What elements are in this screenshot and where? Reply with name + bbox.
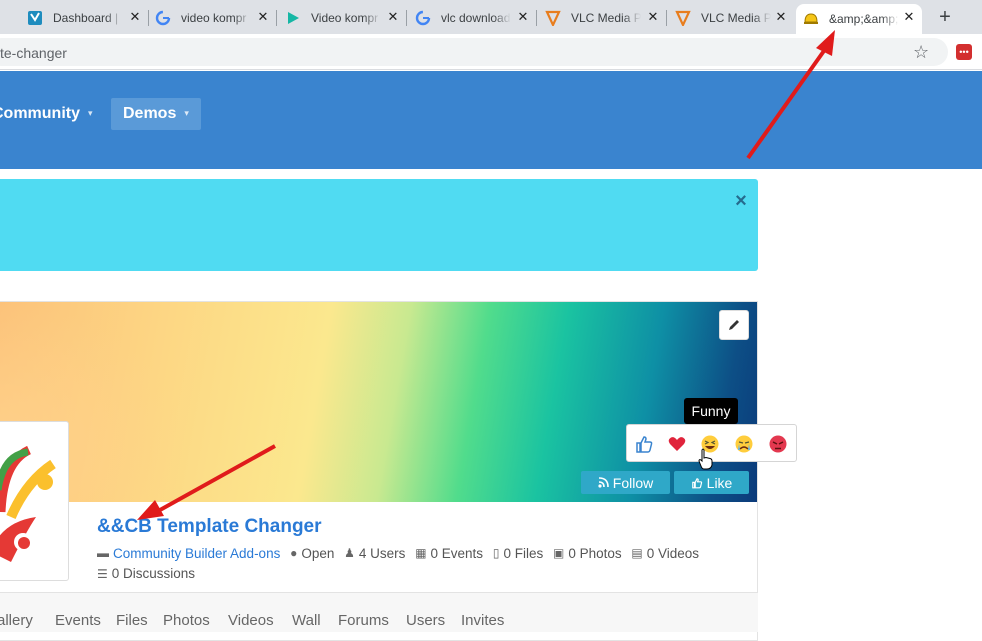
nav-item-label: Community [0, 105, 80, 122]
tab-wall[interactable]: Wall [292, 612, 321, 629]
follow-label: Follow [612, 474, 654, 491]
tab-separator [666, 10, 667, 26]
tab-close-icon[interactable]: ✕ [646, 10, 660, 24]
reaction-tooltip: Funny [684, 398, 738, 424]
group-photos-label: 0 Photos [568, 545, 622, 561]
angry-reaction-icon[interactable] [767, 433, 789, 455]
follow-button[interactable]: Follow [581, 471, 670, 494]
caret-down-icon: ▾ [88, 108, 93, 119]
vlc-icon [545, 10, 561, 26]
comments-icon: ☰ [97, 567, 108, 581]
group-discussions: ☰ 0 Discussions [97, 566, 195, 581]
tab-title: video kompr [181, 10, 247, 25]
address-bar[interactable] [0, 38, 948, 66]
tab-files[interactable]: Files [116, 612, 148, 629]
nav-item-demos[interactable]: Demos ▾ [111, 98, 201, 130]
tab-close-icon[interactable]: ✕ [386, 10, 400, 24]
group-privacy: ● Open [290, 546, 334, 561]
browser-tab-dashboard[interactable]: Dashboard | ✕ [20, 4, 149, 31]
hand-cursor-icon [698, 448, 713, 470]
group-category[interactable]: ▬ Community Builder Add-ons [97, 546, 280, 561]
tab-close-icon[interactable]: ✕ [902, 10, 916, 24]
hardhat-icon [803, 11, 819, 27]
browser-tab-strip: Dashboard | ✕ video kompr ✕ Video kompr … [0, 0, 982, 34]
group-discussions-label: 0 Discussions [111, 566, 196, 581]
group-events-label: 0 Events [430, 545, 484, 561]
vlc-icon [675, 10, 691, 26]
browser-tab-video-kompr[interactable]: Video kompr ✕ [278, 4, 407, 31]
tab-title: vlc download [441, 10, 511, 25]
like-label: Like [706, 474, 733, 491]
tab-title: VLC Media P [701, 10, 771, 25]
tab-videos[interactable]: Videos [228, 612, 274, 629]
tab-close-icon[interactable]: ✕ [774, 10, 788, 24]
thumbs-up-icon [691, 477, 702, 488]
group-meta: ▬ Community Builder Add-ons ● Open ♟ 4 User… [97, 545, 705, 561]
calendar-icon: ▦ [415, 546, 427, 560]
edit-cover-button[interactable] [719, 310, 749, 340]
like-reaction-icon[interactable] [633, 433, 655, 455]
tab-separator [276, 10, 277, 26]
group-users-label: 4 Users [358, 545, 406, 561]
tab-close-icon[interactable]: ✕ [516, 10, 530, 24]
nav-item-community[interactable]: Community ▾ [0, 105, 93, 123]
info-alert [0, 179, 758, 271]
group-videos-label: 0 Videos [646, 545, 700, 561]
tab-close-icon[interactable]: ✕ [128, 10, 142, 24]
user-icon: ♟ [344, 546, 355, 560]
tab-separator [536, 10, 537, 26]
globe-icon: ● [290, 546, 298, 560]
browser-tab-video-kompr-google[interactable]: video kompr ✕ [148, 4, 277, 31]
tab-gallery[interactable]: allery [0, 612, 33, 629]
tab-title: Dashboard | [53, 10, 119, 25]
url-text[interactable]: te-changer [0, 45, 67, 61]
group-privacy-label: Open [301, 545, 335, 561]
group-users: ♟ 4 Users [344, 546, 405, 561]
address-bar-area: te-changer ☆ [0, 34, 982, 70]
group-logo-image [0, 445, 56, 562]
browser-tab-vlc-media-2[interactable]: VLC Media P ✕ [668, 4, 794, 31]
bookmark-star-icon[interactable]: ☆ [913, 42, 929, 63]
tab-users[interactable]: Users [406, 612, 445, 629]
tab-close-icon[interactable]: ✕ [256, 10, 270, 24]
google-icon [415, 10, 431, 26]
extension-icon[interactable]: ••• [956, 44, 972, 60]
tab-invites[interactable]: Invites [461, 612, 504, 629]
file-icon: ▯ [492, 546, 500, 560]
folder-icon: ▬ [97, 546, 109, 560]
google-icon [155, 10, 171, 26]
tab-title: Video kompr [311, 10, 379, 25]
pencil-icon [729, 320, 739, 330]
new-tab-button[interactable]: + [934, 6, 956, 28]
browser-tab-active[interactable]: &amp;&amp; ✕ [796, 4, 922, 34]
group-logo [0, 421, 69, 581]
tab-photos[interactable]: Photos [163, 612, 210, 629]
nav-item-label: Demos [123, 105, 177, 122]
group-title[interactable]: &&CB Template Changer [97, 516, 322, 538]
alert-close-icon[interactable]: × [733, 191, 749, 211]
tab-separator [406, 10, 407, 26]
tab-title: VLC Media P [571, 10, 641, 25]
rss-icon [598, 477, 609, 488]
group-category-label[interactable]: Community Builder Add-ons [113, 546, 280, 561]
browser-tab-vlc-media-1[interactable]: VLC Media P ✕ [538, 4, 667, 31]
group-photos: ▣ 0 Photos [553, 546, 622, 561]
group-files: ▯ 0 Files [493, 546, 543, 561]
sad-reaction-icon[interactable] [733, 433, 755, 455]
love-reaction-icon[interactable] [666, 433, 688, 455]
browser-tab-vlc-download[interactable]: vlc download ✕ [408, 4, 537, 31]
caret-down-icon: ▾ [184, 108, 189, 119]
like-button[interactable]: Like [674, 471, 749, 494]
group-files-label: 0 Files [503, 545, 544, 561]
film-icon: ▤ [631, 546, 643, 560]
yoast-icon [27, 10, 43, 26]
group-videos: ▤ 0 Videos [631, 546, 699, 561]
image-icon: ▣ [552, 546, 565, 560]
tab-events[interactable]: Events [55, 612, 101, 629]
play-icon [285, 10, 301, 26]
group-events: ▦ 0 Events [415, 546, 483, 561]
site-navbar: Community ▾ Demos ▾ [0, 71, 982, 169]
tab-title: &amp;&amp; [829, 12, 899, 26]
tab-forums[interactable]: Forums [338, 612, 389, 629]
